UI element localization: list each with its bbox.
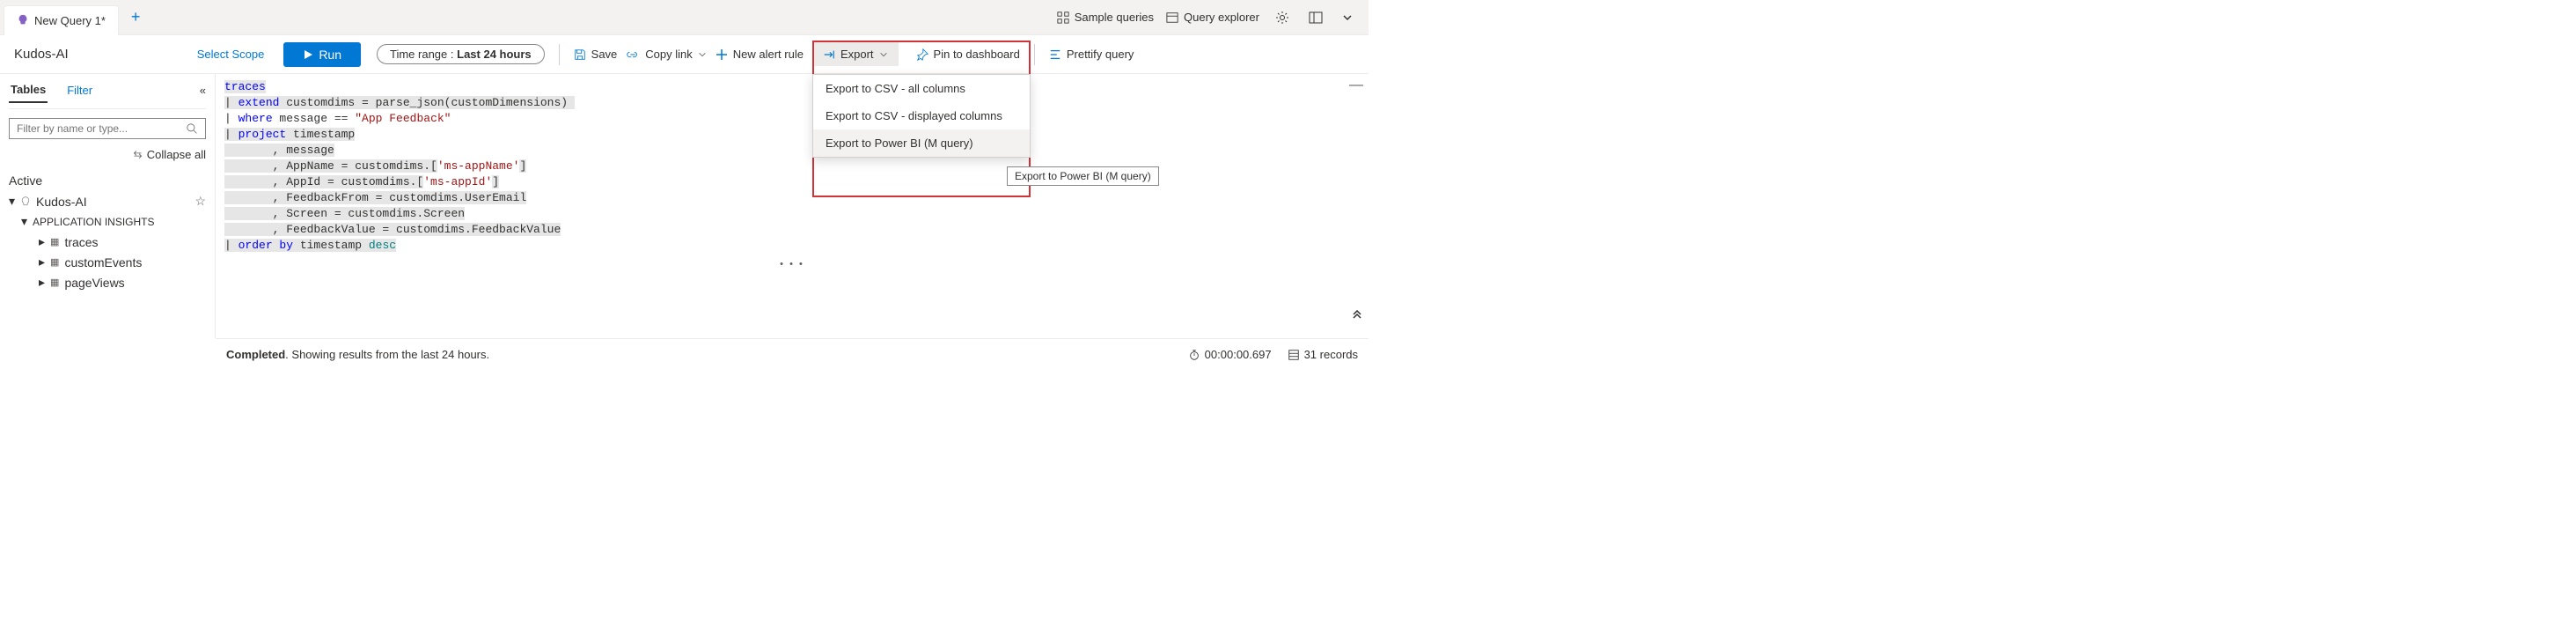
caret-down-icon: ▾ [9, 194, 15, 209]
sidebar: Tables Filter « Collapse all Active ▾ Ku… [0, 74, 216, 338]
lightbulb-icon [17, 14, 29, 26]
new-tab-button[interactable]: + [119, 8, 153, 26]
time-range-picker[interactable]: Time range : Last 24 hours [377, 44, 545, 64]
save-button[interactable]: Save [574, 48, 618, 61]
query-explorer-label: Query explorer [1184, 11, 1259, 24]
copy-link-label: Copy link [645, 48, 692, 61]
tree-item-label: traces [64, 235, 98, 249]
table-icon: ▦ [50, 256, 59, 268]
page-title: Kudos-AI [9, 47, 74, 62]
pin-dashboard-button[interactable]: Pin to dashboard [916, 48, 1020, 61]
run-button[interactable]: Run [283, 42, 361, 67]
pin-label: Pin to dashboard [934, 48, 1020, 61]
save-icon [574, 48, 586, 61]
collapse-icon [132, 149, 143, 160]
prettify-icon [1049, 48, 1061, 61]
elapsed-time: 00:00:00.697 [1188, 348, 1272, 361]
tooltip: Export to Power BI (M query) [1007, 166, 1159, 186]
new-alert-button[interactable]: New alert rule [716, 48, 804, 61]
caret-right-icon: ▸ [39, 255, 45, 269]
copy-link-button[interactable]: Copy link [626, 48, 706, 61]
time-range-value: Last 24 hours [457, 48, 532, 61]
drag-handle[interactable]: • • • [216, 259, 1369, 269]
tree-group-label: APPLICATION INSIGHTS [33, 216, 154, 228]
tree-item-traces[interactable]: ▸ ▦ traces [9, 232, 206, 252]
export-label: Export [840, 48, 874, 61]
tab-label: New Query 1* [34, 14, 106, 27]
query-explorer-button[interactable]: Query explorer [1166, 11, 1259, 24]
tree-item-pageviews[interactable]: ▸ ▦ pageViews [9, 272, 206, 292]
stopwatch-icon [1188, 349, 1200, 361]
toolbar: Kudos-AI Select Scope Run Time range : L… [0, 35, 1369, 74]
sample-queries-button[interactable]: Sample queries [1057, 11, 1154, 24]
export-button[interactable]: Export [812, 42, 899, 66]
main-area: Tables Filter « Collapse all Active ▾ Ku… [0, 74, 1369, 338]
tables-tab[interactable]: Tables [9, 78, 48, 103]
plus-icon [716, 48, 728, 61]
active-label: Active [9, 173, 206, 188]
prettify-label: Prettify query [1067, 48, 1134, 61]
query-tab[interactable]: New Query 1* [4, 5, 119, 35]
tree-item-label: customEvents [64, 255, 142, 269]
search-icon [187, 123, 198, 135]
table-icon: ▦ [50, 277, 59, 288]
divider [1034, 44, 1035, 65]
filter-input[interactable] [17, 122, 187, 135]
link-icon [626, 48, 640, 61]
scroll-top-icon[interactable] [1351, 310, 1363, 322]
tree-root[interactable]: ▾ Kudos-AI ☆ [9, 191, 206, 211]
sidebar-tabs: Tables Filter « [9, 78, 206, 109]
status-bar: Completed. Showing results from the last… [216, 338, 1369, 370]
chevron-down-icon [879, 50, 888, 59]
export-dropdown: Export to CSV - all columns Export to CS… [812, 74, 1031, 158]
run-label: Run [319, 48, 341, 62]
status-completed: Completed [226, 348, 285, 361]
settings-icon[interactable] [1272, 11, 1293, 25]
collapse-sidebar-icon[interactable]: « [200, 84, 206, 97]
chevron-down-icon[interactable] [1339, 12, 1356, 23]
records-value: 31 records [1304, 348, 1358, 361]
tab-bar: New Query 1* + Sample queries Query expl… [0, 0, 1369, 35]
tree-item-label: pageViews [64, 276, 124, 290]
tree-group[interactable]: ▾ APPLICATION INSIGHTS [9, 211, 206, 232]
elapsed-value: 00:00:00.697 [1205, 348, 1272, 361]
sample-queries-label: Sample queries [1075, 11, 1154, 24]
explorer-icon [1166, 11, 1178, 24]
favorite-icon[interactable]: ☆ [194, 194, 206, 209]
prettify-button[interactable]: Prettify query [1049, 48, 1134, 61]
panels-icon[interactable] [1305, 11, 1326, 25]
chevron-down-icon [698, 50, 707, 59]
pin-icon [916, 48, 928, 61]
caret-down-icon: ▾ [21, 214, 27, 229]
time-range-label: Time range : [390, 48, 454, 61]
caret-right-icon: ▸ [39, 275, 45, 290]
tree-root-label: Kudos-AI [36, 195, 87, 209]
new-alert-label: New alert rule [733, 48, 804, 61]
collapse-all-label: Collapse all [147, 148, 206, 161]
record-count: 31 records [1288, 348, 1358, 361]
query-editor[interactable]: traces | extend customdims = parse_json(… [216, 74, 1369, 259]
export-powerbi[interactable]: Export to Power BI (M query) [813, 129, 1030, 157]
divider [559, 44, 560, 65]
editor-area: — traces | extend customdims = parse_jso… [216, 74, 1369, 338]
filter-input-wrap [9, 118, 206, 139]
filter-tab[interactable]: Filter [65, 78, 94, 102]
status-text: . Showing results from the last 24 hours… [285, 348, 489, 361]
export-csv-displayed[interactable]: Export to CSV - displayed columns [813, 102, 1030, 129]
select-scope-link[interactable]: Select Scope [197, 48, 265, 61]
collapse-all-button[interactable]: Collapse all [9, 144, 206, 165]
play-icon [303, 49, 313, 60]
lightbulb-icon [20, 196, 31, 207]
collapse-results-icon[interactable]: — [1349, 78, 1363, 93]
tree-item-customevents[interactable]: ▸ ▦ customEvents [9, 252, 206, 272]
caret-right-icon: ▸ [39, 234, 45, 249]
table-icon [1288, 349, 1300, 361]
export-csv-all[interactable]: Export to CSV - all columns [813, 75, 1030, 102]
grid-icon [1057, 11, 1069, 24]
save-label: Save [591, 48, 618, 61]
table-icon: ▦ [50, 236, 59, 247]
export-icon [823, 48, 835, 61]
